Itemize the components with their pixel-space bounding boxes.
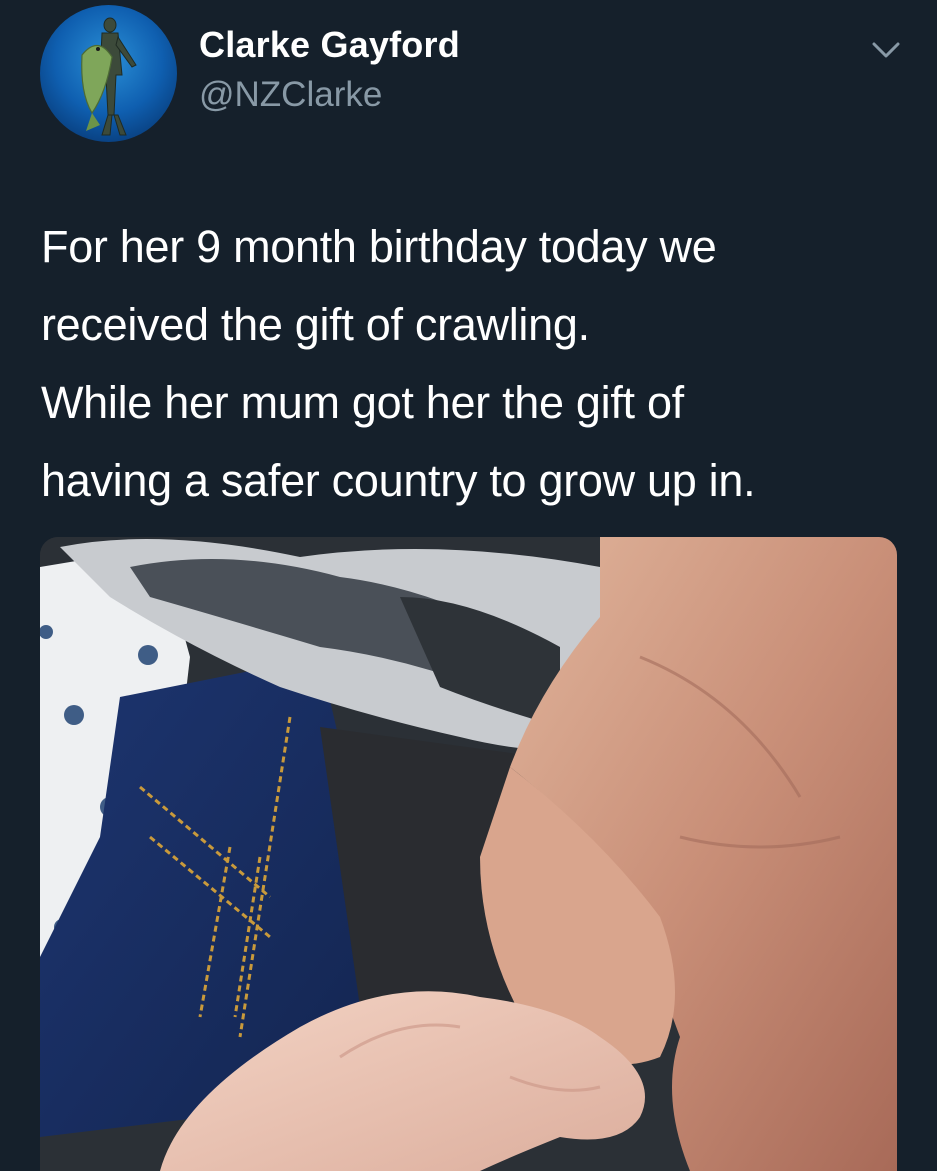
author-avatar[interactable] — [40, 5, 177, 142]
tweet-text-line: having a safer country to grow up in. — [41, 455, 756, 506]
tweet-photo[interactable] — [40, 537, 897, 1171]
tweet-text-line: For her 9 month birthday today we — [41, 221, 717, 272]
tweet-text-line: received the gift of crawling. — [41, 299, 590, 350]
chevron-down-icon[interactable] — [866, 36, 906, 66]
tweet-text: For her 9 month birthday today we receiv… — [41, 208, 911, 520]
diver-avatar-icon — [40, 5, 177, 142]
tweet-text-line: While her mum got her the gift of — [41, 377, 684, 428]
photo-baby-hand-holding-finger — [40, 537, 897, 1171]
author-display-name[interactable]: Clarke Gayford — [199, 24, 460, 66]
tweet-card: Clarke Gayford @NZClarke For her 9 month… — [0, 0, 937, 1171]
author-handle[interactable]: @NZClarke — [199, 75, 382, 115]
